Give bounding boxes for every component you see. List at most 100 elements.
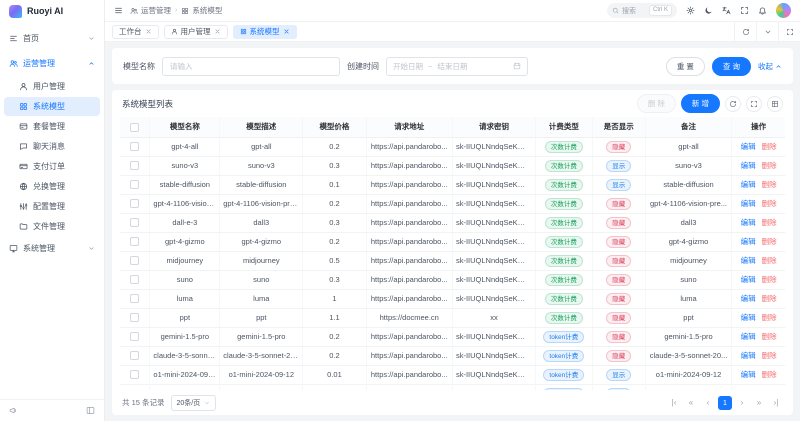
sidebar-item-file-mgmt[interactable]: 文件管理	[4, 217, 100, 236]
row-checkbox[interactable]	[130, 370, 139, 379]
tab-系统模型[interactable]: 系统模型	[233, 25, 297, 39]
page-1-button[interactable]: 1	[718, 396, 732, 410]
breadcrumb-item[interactable]: 运营管理	[130, 5, 171, 16]
row-checkbox[interactable]	[130, 256, 139, 265]
edit-link[interactable]: 编辑	[741, 332, 756, 341]
row-checkbox[interactable]	[130, 218, 139, 227]
delete-link[interactable]: 删除	[762, 275, 777, 284]
edit-link[interactable]: 编辑	[741, 256, 756, 265]
sidebar-item-operations[interactable]: 运营管理	[4, 52, 100, 75]
sidebar-item-user-mgmt[interactable]: 用户管理	[4, 77, 100, 96]
tab-menu-button[interactable]	[756, 22, 778, 41]
delete-link[interactable]: 删除	[762, 332, 777, 341]
add-button[interactable]: 新 增	[681, 94, 720, 113]
row-checkbox[interactable]	[130, 161, 139, 170]
column-header[interactable]: 操作	[732, 117, 785, 137]
sidebar-item-payment-orders[interactable]: 支付订单	[4, 157, 100, 176]
notification-bell-icon[interactable]	[758, 6, 767, 15]
edit-link[interactable]: 编辑	[741, 218, 756, 227]
refresh-table-button[interactable]	[725, 96, 741, 112]
sidebar-item-config-mgmt[interactable]: 配置管理	[4, 197, 100, 216]
fullscreen-icon[interactable]	[740, 6, 749, 15]
edit-link[interactable]: 编辑	[741, 199, 756, 208]
select-all-checkbox[interactable]	[130, 123, 139, 132]
maximize-content-button[interactable]	[778, 22, 800, 41]
settings-icon[interactable]	[686, 6, 695, 15]
sidebar-item-home[interactable]: 首页	[4, 27, 100, 50]
delete-link[interactable]: 删除	[762, 370, 777, 379]
menu-toggle-icon[interactable]	[114, 6, 123, 15]
edit-link[interactable]: 编辑	[741, 142, 756, 151]
delete-link[interactable]: 删除	[762, 218, 777, 227]
delete-link[interactable]: 删除	[762, 351, 777, 360]
column-settings-button[interactable]	[767, 96, 783, 112]
edit-link[interactable]: 编辑	[741, 180, 756, 189]
row-checkbox[interactable]	[130, 332, 139, 341]
last-page-button[interactable]: ›|	[769, 396, 783, 410]
delete-link[interactable]: 删除	[762, 161, 777, 170]
delete-link[interactable]: 删除	[762, 237, 777, 246]
prev-page-button[interactable]: ‹	[701, 396, 715, 410]
tab-用户管理[interactable]: 用户管理	[164, 25, 228, 39]
fullscreen-table-button[interactable]	[746, 96, 762, 112]
column-header[interactable]: 计费类型	[536, 117, 593, 137]
row-checkbox[interactable]	[130, 351, 139, 360]
collapse-filter-link[interactable]: 收起	[758, 61, 782, 72]
sidebar-item-exchange-mgmt[interactable]: 兑换管理	[4, 177, 100, 196]
column-header[interactable]: 备注	[645, 117, 731, 137]
language-icon[interactable]	[722, 6, 731, 15]
tab-工作台[interactable]: 工作台	[112, 25, 159, 39]
collapse-sidebar-icon[interactable]	[86, 406, 95, 415]
edit-link[interactable]: 编辑	[741, 161, 756, 170]
global-search[interactable]: 搜索 Ctrl K	[607, 3, 677, 18]
page-size-select[interactable]: 20条/页	[171, 395, 217, 411]
edit-link[interactable]: 编辑	[741, 237, 756, 246]
announcement-icon[interactable]	[9, 406, 18, 415]
edit-link[interactable]: 编辑	[741, 294, 756, 303]
column-header[interactable]: 模型名称	[150, 117, 220, 137]
dark-mode-icon[interactable]	[704, 6, 713, 15]
sidebar-item-chat-messages[interactable]: 聊天消息	[4, 137, 100, 156]
sidebar-item-system-mgmt[interactable]: 系统管理	[4, 237, 100, 260]
next-page-button[interactable]: ›	[735, 396, 749, 410]
delete-link[interactable]: 删除	[762, 180, 777, 189]
sidebar-item-package-mgmt[interactable]: 套餐管理	[4, 117, 100, 136]
row-checkbox[interactable]	[130, 313, 139, 322]
user-avatar[interactable]	[776, 3, 791, 18]
row-checkbox[interactable]	[130, 294, 139, 303]
row-checkbox[interactable]	[130, 199, 139, 208]
model-name-input[interactable]: 请输入	[162, 57, 340, 76]
row-checkbox[interactable]	[130, 237, 139, 246]
close-tab-icon[interactable]	[145, 28, 152, 35]
prev-group-button[interactable]: «	[684, 396, 698, 410]
breadcrumb-item[interactable]: 系统模型	[181, 5, 222, 16]
delete-link[interactable]: 删除	[762, 256, 777, 265]
sidebar-item-system-model[interactable]: 系统模型	[4, 97, 100, 116]
close-tab-icon[interactable]	[214, 28, 221, 35]
refresh-tab-button[interactable]	[734, 22, 756, 41]
delete-link[interactable]: 删除	[762, 199, 777, 208]
row-checkbox[interactable]	[130, 142, 139, 151]
next-group-button[interactable]: »	[752, 396, 766, 410]
row-checkbox[interactable]	[130, 275, 139, 284]
edit-link[interactable]: 编辑	[741, 313, 756, 322]
edit-link[interactable]: 编辑	[741, 275, 756, 284]
edit-link[interactable]: 编辑	[741, 370, 756, 379]
first-page-button[interactable]: |‹	[667, 396, 681, 410]
reset-button[interactable]: 重 置	[666, 57, 705, 76]
system-icon	[9, 244, 18, 253]
delete-link[interactable]: 删除	[762, 142, 777, 151]
row-checkbox[interactable]	[130, 180, 139, 189]
delete-link[interactable]: 删除	[762, 294, 777, 303]
search-button[interactable]: 查 询	[712, 57, 751, 76]
edit-link[interactable]: 编辑	[741, 351, 756, 360]
delete-link[interactable]: 删除	[762, 313, 777, 322]
close-tab-icon[interactable]	[283, 28, 290, 35]
column-header[interactable]: 模型描述	[220, 117, 303, 137]
column-header[interactable]: 请求密钥	[452, 117, 535, 137]
create-time-range-input[interactable]: 开始日期 ~ 结束日期	[386, 57, 528, 76]
column-header[interactable]: 是否显示	[592, 117, 645, 137]
column-header[interactable]: 请求地址	[366, 117, 452, 137]
delete-button[interactable]: 删 除	[637, 94, 676, 113]
column-header[interactable]: 模型价格	[303, 117, 366, 137]
